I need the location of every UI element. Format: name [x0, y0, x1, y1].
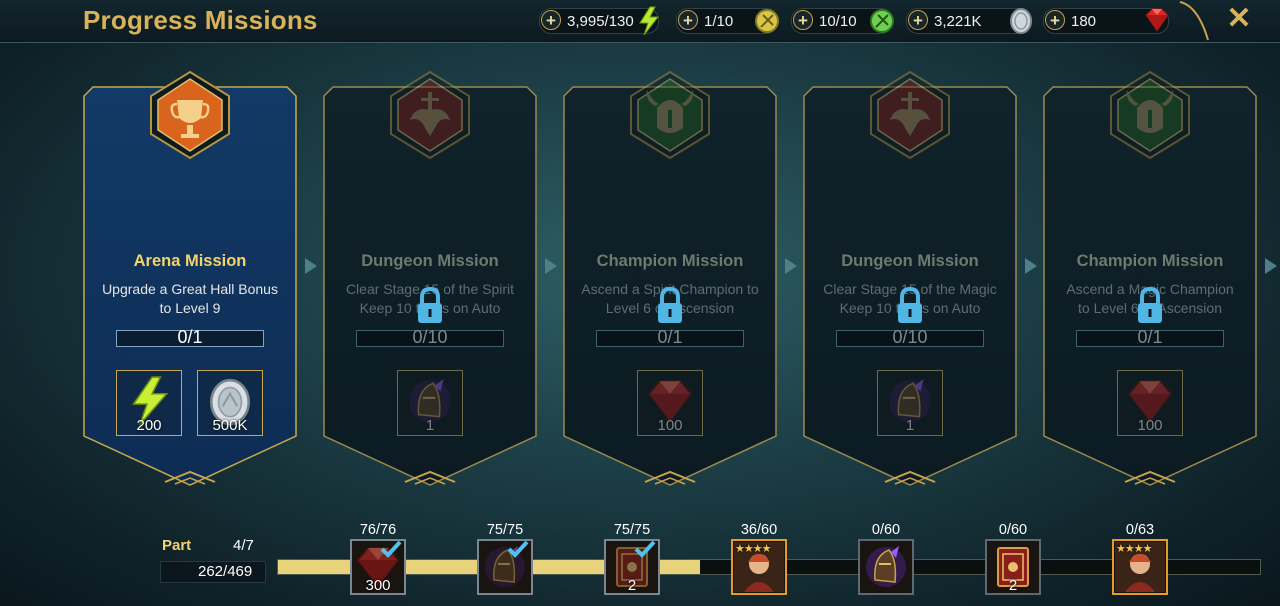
milestone-reward[interactable]: ★★★★: [731, 539, 787, 595]
reward-slot[interactable]: 1: [877, 370, 943, 436]
silver-value: 3,221K: [934, 13, 982, 30]
reward-amount: 100: [1137, 417, 1163, 434]
part-points: 262/469: [198, 563, 253, 580]
energy-resource[interactable]: + 3,995/130: [539, 6, 660, 36]
next-arrow-icon: [785, 258, 797, 274]
add-arena-token-button[interactable]: +: [678, 10, 698, 30]
header-ornament: [1179, 1, 1209, 41]
reward-slot[interactable]: 500K: [197, 370, 263, 436]
mission-progress-text: 0/1: [1137, 327, 1163, 347]
milestone-count: 0/60: [998, 522, 1028, 538]
card-ornament: [164, 470, 216, 485]
star-rating: ★★★★: [735, 543, 771, 555]
silver-resource[interactable]: + 3,221K: [906, 8, 1032, 34]
mission-title: Champion Mission: [596, 252, 744, 270]
classic-arena-token-resource[interactable]: + 10/10: [791, 8, 894, 34]
part-value: 4/7: [233, 537, 254, 554]
milestone-reward[interactable]: 300: [350, 539, 406, 595]
card-ornament: [644, 470, 696, 485]
milestone-count: 0/60: [871, 522, 901, 538]
add-energy-button[interactable]: +: [541, 10, 561, 30]
mission-progress-text: 0/10: [892, 327, 928, 347]
mission-progress-text: 0/1: [177, 327, 203, 347]
part-label: Part: [162, 537, 192, 554]
energy-icon: [639, 6, 660, 36]
next-arrow-icon: [1025, 258, 1037, 274]
reward-slot[interactable]: 1: [397, 370, 463, 436]
lock-icon: [658, 286, 682, 323]
card-ornament: [404, 470, 456, 485]
milestone-reward[interactable]: 2: [604, 539, 660, 595]
energy-value: 3,995/130: [567, 13, 634, 30]
milestone-amount: 2: [627, 577, 637, 594]
lock-icon: [898, 286, 922, 323]
add-silver-button[interactable]: +: [908, 10, 928, 30]
gem-icon: [1145, 8, 1169, 32]
milestone-count: 75/75: [486, 522, 524, 538]
close-button[interactable]: ✕: [1224, 4, 1254, 34]
card-ornament: [884, 470, 936, 485]
star-rating: ★★★★: [1116, 543, 1152, 555]
classic-arena-token-icon: [870, 9, 894, 33]
add-classic-arena-token-button[interactable]: +: [793, 10, 813, 30]
mission-progress-text: 0/10: [412, 327, 448, 347]
arena-token-resource[interactable]: + 1/10: [676, 8, 779, 34]
reward-amount: 100: [657, 417, 683, 434]
arena-token-value: 1/10: [704, 13, 734, 30]
mission-title: Arena Mission: [133, 252, 247, 270]
next-arrow-icon: [545, 258, 557, 274]
classic-arena-token-value: 10/10: [819, 13, 857, 30]
checkmark-icon: [634, 541, 656, 558]
page-title: Progress Missions: [83, 5, 318, 35]
mission-card[interactable]: Dungeon Mission Clear Stage 15 of the Spi…: [323, 70, 537, 486]
reward-slot[interactable]: 100: [637, 370, 703, 436]
checkmark-icon: [380, 541, 402, 558]
mission-progress-text: 0/1: [657, 327, 683, 347]
reward-slot[interactable]: 200: [116, 370, 182, 436]
reward-amount: 1: [905, 417, 915, 434]
mission-card[interactable]: Arena Mission Upgrade a Great Hall Bonus …: [83, 70, 297, 486]
checkmark-icon: [507, 541, 529, 558]
artifact-helmet-icon: [861, 542, 911, 593]
milestone-reward[interactable]: [858, 539, 914, 595]
lock-icon: [418, 286, 442, 323]
top-bar: Progress Missions + 3,995/130 + 1/10 + 1…: [0, 0, 1280, 43]
reward-slot[interactable]: 100: [1117, 370, 1183, 436]
milestone-amount: 300: [365, 577, 391, 594]
reward-amount: 1: [425, 417, 435, 434]
gem-value: 180: [1071, 13, 1097, 30]
milestone-reward[interactable]: ★★★★: [1112, 539, 1168, 595]
milestone-count: 36/60: [740, 522, 778, 538]
add-gem-button[interactable]: +: [1045, 10, 1065, 30]
reward-amount: 200: [136, 417, 162, 434]
mission-card[interactable]: Champion Mission Ascend a Spirit Champion…: [563, 70, 777, 486]
mission-title: Dungeon Mission: [361, 252, 499, 270]
milestone-reward[interactable]: [477, 539, 533, 595]
mission-card[interactable]: Dungeon Mission Clear Stage 15 of the Mag…: [803, 70, 1017, 486]
mission-title: Champion Mission: [1076, 252, 1224, 270]
milestone-amount: 2: [1008, 577, 1018, 594]
gem-resource[interactable]: + 180: [1043, 8, 1169, 34]
milestone-reward[interactable]: 2: [985, 539, 1041, 595]
mission-description: Upgrade a Great Hall Bonus to Level 9: [102, 281, 278, 316]
next-arrow-icon: [1265, 258, 1277, 274]
milestone-count: 0/63: [1125, 522, 1155, 538]
silver-coin-icon: [1010, 8, 1032, 34]
next-arrow-icon: [305, 258, 317, 274]
mission-card[interactable]: Champion Mission Ascend a Magic Champion …: [1043, 70, 1257, 486]
reward-amount: 500K: [212, 417, 248, 434]
card-ornament: [1124, 470, 1176, 485]
milestone-count: 75/75: [613, 522, 651, 538]
milestone-count: 76/76: [359, 522, 397, 538]
mission-title: Dungeon Mission: [841, 252, 979, 270]
arena-token-icon: [755, 9, 779, 33]
lock-icon: [1138, 286, 1162, 323]
